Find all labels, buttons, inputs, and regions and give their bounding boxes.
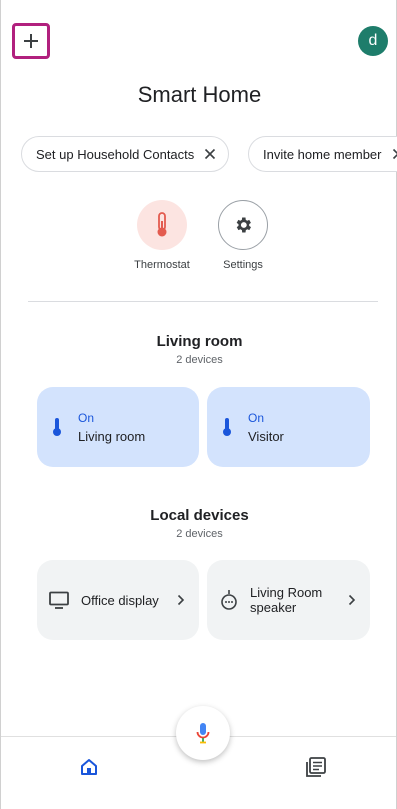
add-button[interactable] — [12, 23, 50, 59]
feed-icon[interactable] — [305, 756, 327, 778]
page-title: Smart Home — [137, 82, 262, 107]
close-icon[interactable] — [204, 148, 216, 160]
chevron-right-icon — [177, 594, 185, 606]
voice-assistant-button[interactable] — [176, 706, 230, 760]
shortcut-thermostat[interactable]: Thermostat — [127, 200, 197, 271]
thermometer-icon — [222, 417, 232, 437]
divider — [28, 301, 378, 302]
settings-shortcut-circle[interactable] — [218, 200, 268, 250]
thermometer-icon — [52, 417, 62, 437]
microphone-icon — [196, 723, 210, 744]
shortcut-label: Thermostat — [134, 259, 190, 271]
section-title-living-room: Living room — [156, 333, 243, 350]
speaker-icon — [220, 589, 238, 611]
gear-icon — [236, 217, 251, 233]
thermometer-icon — [157, 212, 167, 237]
monitor-icon — [49, 591, 69, 609]
device-name-line2: speaker — [250, 600, 297, 615]
section-subtitle: 2 devices — [176, 528, 223, 540]
device-name-line1: Living Room — [250, 585, 323, 600]
device-state: On — [78, 410, 95, 425]
device-card-visitor[interactable]: On Visitor — [207, 387, 370, 467]
shortcut-label: Settings — [223, 259, 263, 271]
chip-invite-home-member[interactable]: Invite home member — [248, 136, 397, 172]
suggestion-chips: Set up Household Contacts Invite home me… — [1, 136, 397, 174]
section-subtitle: 2 devices — [176, 354, 223, 366]
shortcut-settings[interactable]: Settings — [208, 200, 278, 271]
device-name: Living room — [78, 428, 146, 444]
device-card-living-room[interactable]: On Living room — [37, 387, 199, 467]
chevron-right-icon — [348, 594, 356, 606]
device-card-living-room-speaker[interactable]: Living Room speaker — [207, 560, 370, 640]
device-card-office-display[interactable]: Office display — [37, 560, 199, 640]
chip-label: Set up Household Contacts — [36, 146, 195, 162]
section-title-local-devices: Local devices — [150, 507, 249, 524]
thermostat-shortcut-circle[interactable] — [137, 200, 187, 250]
device-name: Visitor — [248, 428, 284, 444]
app-frame: d Smart Home Set up Household Contacts I… — [0, 0, 397, 809]
avatar[interactable]: d — [358, 26, 388, 56]
chip-setup-household-contacts[interactable]: Set up Household Contacts — [21, 136, 230, 172]
close-icon[interactable] — [392, 148, 397, 160]
device-state: On — [248, 410, 265, 425]
device-name: Office display — [81, 592, 159, 608]
plus-icon — [24, 34, 38, 48]
home-icon[interactable] — [79, 757, 99, 777]
chip-label: Invite home member — [263, 146, 382, 162]
avatar-initial: d — [368, 32, 378, 49]
